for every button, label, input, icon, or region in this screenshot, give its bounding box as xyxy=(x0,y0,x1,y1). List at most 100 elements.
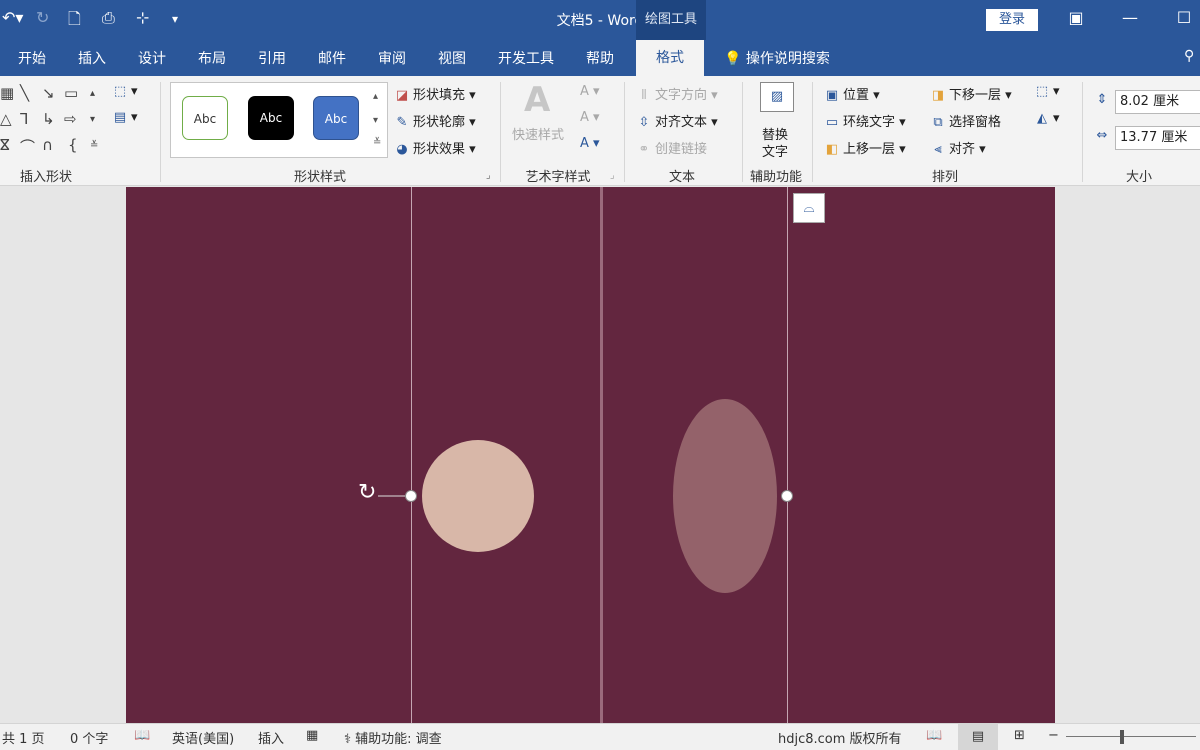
rectangle-shape-icon[interactable]: ▭ xyxy=(64,84,78,102)
selection-pane-label: 选择窗格 xyxy=(949,115,1002,130)
read-mode-icon[interactable]: 📖 xyxy=(926,728,942,743)
language-indicator[interactable]: 英语(美国) xyxy=(172,728,234,747)
effects-icon: ◕ xyxy=(396,142,408,157)
shape-effects-button[interactable]: ◕ 形状效果 ▾ xyxy=(394,138,475,157)
rotate-button[interactable]: ◭ ▾ xyxy=(1034,111,1060,126)
accessibility-status[interactable]: ⚕ 辅助功能: 调查 xyxy=(344,728,442,747)
proofing-icon[interactable]: 📖 xyxy=(134,728,150,743)
word-count[interactable]: 0 个字 xyxy=(70,728,108,747)
triangle-shape-icon[interactable]: △ xyxy=(0,110,12,128)
shape-outline-button[interactable]: ✎ 形状轮廓 ▾ xyxy=(394,111,476,130)
web-layout-icon[interactable]: ⊞ xyxy=(1014,728,1025,743)
gallery-more-icon[interactable]: ≚ xyxy=(90,140,98,151)
wrap-text-label: 环绕文字 xyxy=(843,115,896,130)
edit-shape-button[interactable]: ⬚ ▾ xyxy=(112,84,138,99)
position-button[interactable]: ▣ 位置 ▾ xyxy=(824,84,880,103)
arrow-line-shape-icon[interactable]: ↘ xyxy=(42,84,55,102)
align-text-label: 对齐文本 xyxy=(655,115,708,130)
text-box-button[interactable]: ▤ ▾ xyxy=(112,110,138,125)
login-button[interactable]: 登录 xyxy=(986,9,1038,31)
shape-fill-label: 形状填充 xyxy=(413,88,466,103)
quick-styles-button[interactable]: 快速样式 xyxy=(512,124,564,143)
text-fill-icon[interactable]: A ▾ xyxy=(580,84,600,99)
elbow-arrow-icon[interactable]: ↳ xyxy=(42,110,55,128)
resize-handle-left[interactable] xyxy=(405,490,417,502)
shape-fill-button[interactable]: ◪ 形状填充 ▾ xyxy=(394,84,476,103)
zoom-slider-track[interactable] xyxy=(1066,736,1196,737)
align-button[interactable]: ⫷ 对齐 ▾ xyxy=(930,138,985,157)
tab-view[interactable]: 视图 xyxy=(438,48,466,68)
zoom-out-icon[interactable]: − xyxy=(1048,728,1059,743)
group-divider xyxy=(1082,82,1083,182)
dialog-launcher-icon[interactable]: ⌟ xyxy=(610,170,615,181)
right-arrow-shape-icon[interactable]: ⇨ xyxy=(64,110,77,128)
create-link-label: 创建链接 xyxy=(655,142,708,157)
group-button[interactable]: ⬚ ▾ xyxy=(1034,84,1060,99)
styles-up-icon[interactable]: ▴ xyxy=(373,91,378,102)
styles-more-icon[interactable]: ≚ xyxy=(373,137,381,148)
tab-insert[interactable]: 插入 xyxy=(78,48,106,68)
page-count[interactable]: 共 1 页 xyxy=(2,728,45,747)
style-preset-black[interactable]: Abc xyxy=(248,96,294,140)
document-area[interactable]: ⌓ ↻ xyxy=(0,187,1200,723)
styles-down-icon[interactable]: ▾ xyxy=(373,115,378,126)
position-label: 位置 xyxy=(843,88,870,103)
tab-layout[interactable]: 布局 xyxy=(198,48,226,68)
ribbon-display-icon[interactable]: ▣ xyxy=(1064,8,1088,27)
minimize-icon[interactable]: — xyxy=(1118,8,1142,27)
shape-width-input[interactable]: 13.77 厘米 xyxy=(1115,126,1200,150)
tab-help[interactable]: 帮助 xyxy=(586,48,614,68)
selection-pane-button[interactable]: ⧉ 选择窗格 xyxy=(930,111,1001,130)
selection-pane-icon: ⧉ xyxy=(933,115,943,130)
create-link-button[interactable]: ⚭ 创建链接 xyxy=(636,138,707,157)
tab-review[interactable]: 审阅 xyxy=(378,48,406,68)
elbow-connector-icon[interactable]: ⅂ xyxy=(20,110,28,128)
align-text-button[interactable]: ⇳ 对齐文本 ▾ xyxy=(636,111,718,130)
tell-me-search[interactable]: 💡 操作说明搜索 xyxy=(724,48,830,68)
text-effects-icon[interactable]: A ▾ xyxy=(580,136,600,151)
alt-text-button-line2[interactable]: 文字 xyxy=(762,141,788,160)
tab-design[interactable]: 设计 xyxy=(138,48,166,68)
shapes-gallery[interactable]: ▦ ╲ ↘ ▭ △ ⅂ ↳ ⇨ ⴵ ⌒ ∩ { ▴ ▾ ≚ xyxy=(0,82,106,156)
rotate-handle-icon[interactable]: ↻ xyxy=(358,480,376,505)
tab-references[interactable]: 引用 xyxy=(258,48,286,68)
tab-developer[interactable]: 开发工具 xyxy=(498,48,554,68)
shape-height-input[interactable]: 8.02 厘米 xyxy=(1115,90,1200,114)
tab-mailings[interactable]: 邮件 xyxy=(318,48,346,68)
style-preset-blue[interactable]: Abc xyxy=(313,96,359,140)
style-preset-outline[interactable]: Abc xyxy=(182,96,228,140)
macro-icon[interactable]: ▦ xyxy=(306,728,318,743)
zoom-slider-knob[interactable] xyxy=(1120,730,1124,744)
insert-mode-indicator[interactable]: 插入 xyxy=(258,728,284,747)
gallery-down-icon[interactable]: ▾ xyxy=(90,114,95,125)
resize-handle-right[interactable] xyxy=(781,490,793,502)
dialog-launcher-icon[interactable]: ⌟ xyxy=(486,170,491,181)
wordart-a-icon: A xyxy=(524,80,551,120)
curve-shape-icon[interactable]: ⌒ xyxy=(20,136,35,157)
gallery-up-icon[interactable]: ▴ xyxy=(90,88,95,99)
text-direction-icon: ⫴ xyxy=(641,88,647,103)
send-backward-button[interactable]: ◨ 下移一层 ▾ xyxy=(930,84,1012,103)
arc-shape-icon[interactable]: ∩ xyxy=(42,136,53,154)
maximize-icon[interactable]: ☐ xyxy=(1172,8,1196,27)
account-icon[interactable]: ⚲ xyxy=(1184,48,1194,64)
alt-text-image-icon[interactable]: ▨ xyxy=(760,82,794,112)
print-layout-icon[interactable]: ▤ xyxy=(958,724,998,750)
tab-format[interactable]: 格式 xyxy=(636,40,704,76)
ribbon: ▦ ╲ ↘ ▭ △ ⅂ ↳ ⇨ ⴵ ⌒ ∩ { ▴ ▾ ≚ ⬚ ▾ ▤ ▾ 插入形状… xyxy=(0,76,1200,186)
document-page[interactable]: ⌓ ↻ xyxy=(126,187,1055,723)
text-direction-button[interactable]: ⫴ 文字方向 ▾ xyxy=(636,84,717,103)
shape-styles-gallery[interactable]: Abc Abc Abc ▴ ▾ ≚ xyxy=(170,82,388,158)
tab-home[interactable]: 开始 xyxy=(18,48,46,68)
peach-circle-shape[interactable] xyxy=(422,440,534,552)
text-outline-icon[interactable]: A ▾ xyxy=(580,110,600,125)
freeform-shape-icon[interactable]: ⴵ xyxy=(0,136,10,154)
mauve-ellipse-shape[interactable] xyxy=(673,399,777,593)
table-shape-icon[interactable]: ▦ xyxy=(0,84,14,102)
brace-shape-icon[interactable]: { xyxy=(68,136,78,154)
wrap-text-button[interactable]: ▭ 环绕文字 ▾ xyxy=(824,111,906,130)
height-arrows-icon: ⇕ xyxy=(1096,92,1108,107)
bring-forward-label: 上移一层 xyxy=(843,142,896,157)
line-shape-icon[interactable]: ╲ xyxy=(20,84,29,102)
bring-forward-button[interactable]: ◧ 上移一层 ▾ xyxy=(824,138,906,157)
